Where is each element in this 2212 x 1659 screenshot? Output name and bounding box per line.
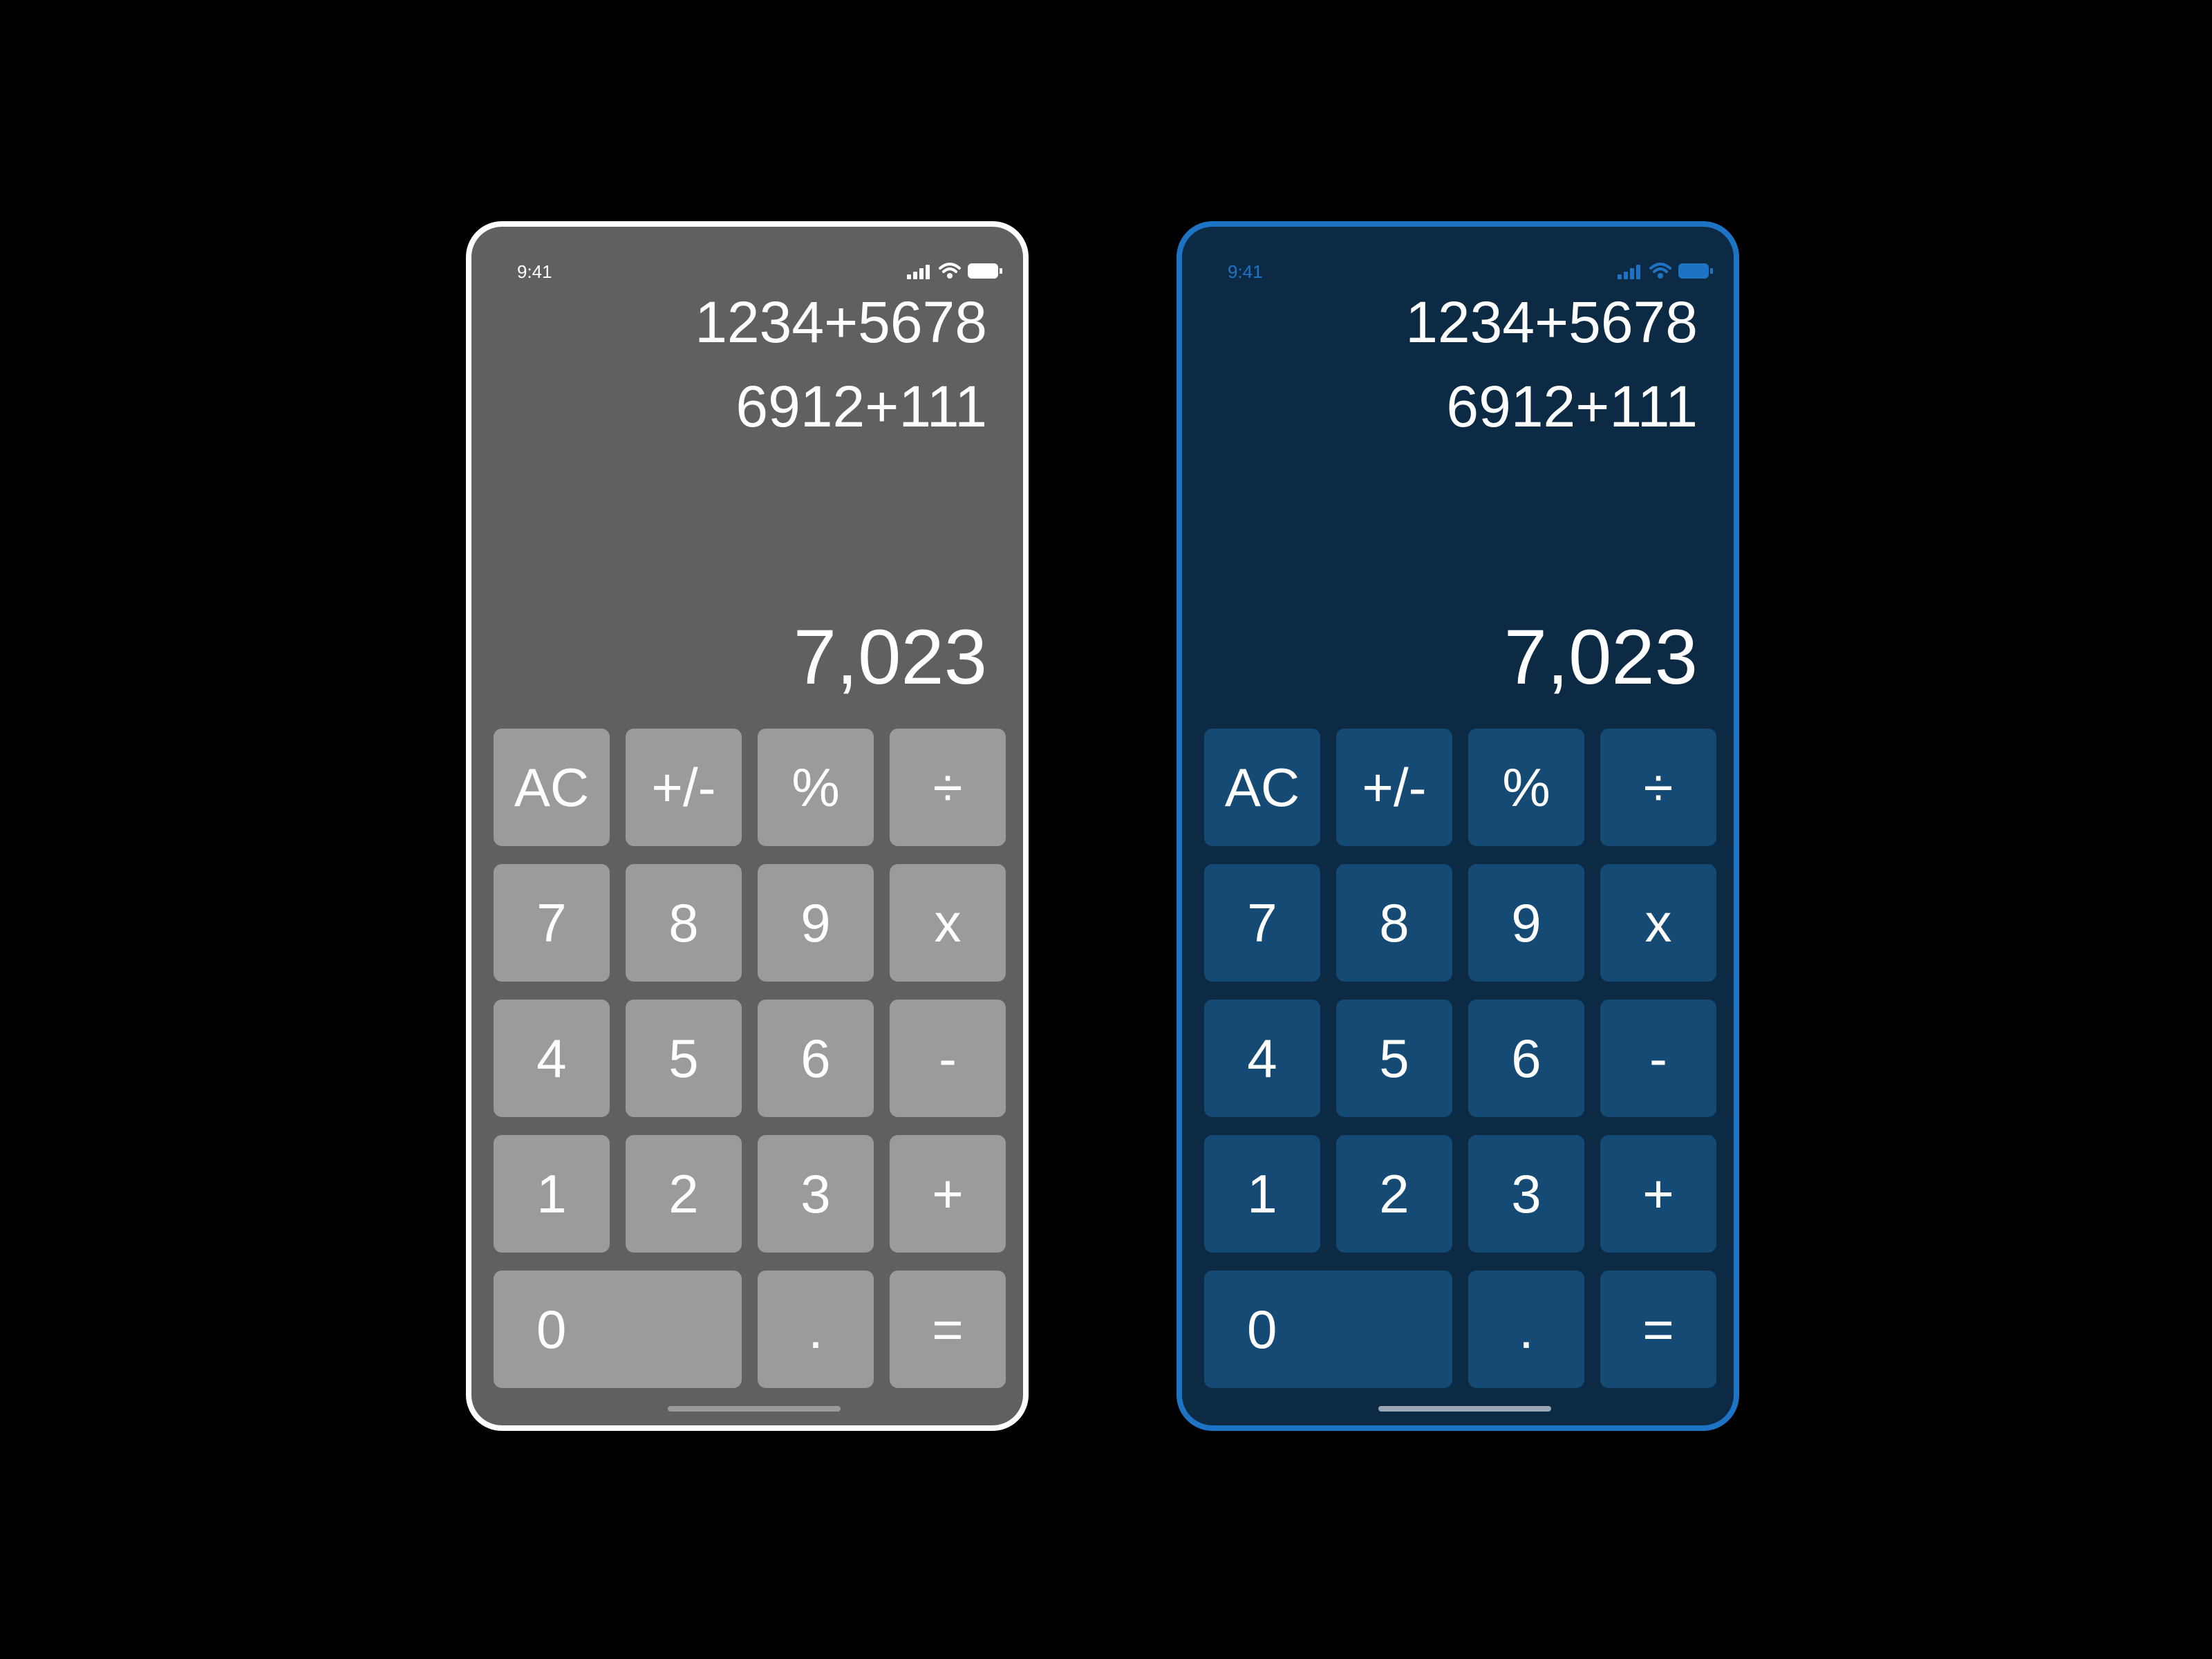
key-2[interactable]: 2	[626, 1135, 742, 1253]
expression-line-1: 1234+5678	[1405, 290, 1698, 355]
wifi-icon	[939, 263, 961, 279]
key-8[interactable]: 8	[626, 864, 742, 982]
key-all-clear[interactable]: AC	[494, 729, 610, 846]
key-3[interactable]: 3	[758, 1135, 874, 1253]
status-icons	[907, 259, 1002, 279]
expression-line-1: 1234+5678	[695, 290, 987, 355]
key-minus[interactable]: -	[1600, 1000, 1716, 1117]
signal-icon	[907, 264, 932, 279]
key-7[interactable]: 7	[494, 864, 610, 982]
key-decimal[interactable]: .	[758, 1271, 874, 1388]
key-equals[interactable]: =	[890, 1271, 1006, 1388]
key-plus[interactable]: +	[890, 1135, 1006, 1253]
key-multiply[interactable]: x	[1600, 864, 1716, 982]
key-0[interactable]: 0	[1204, 1271, 1452, 1388]
battery-icon	[968, 263, 1002, 279]
key-5[interactable]: 5	[1336, 1000, 1452, 1117]
key-divide[interactable]: ÷	[890, 729, 1006, 846]
key-1[interactable]: 1	[494, 1135, 610, 1253]
key-all-clear[interactable]: AC	[1204, 729, 1320, 846]
key-6[interactable]: 6	[758, 1000, 874, 1117]
status-bar: 9:41	[1182, 249, 1734, 282]
key-plus-minus[interactable]: +/-	[1336, 729, 1452, 846]
status-icons	[1618, 259, 1713, 279]
key-percent[interactable]: %	[1468, 729, 1584, 846]
key-plus[interactable]: +	[1600, 1135, 1716, 1253]
key-8[interactable]: 8	[1336, 864, 1452, 982]
battery-icon	[1678, 263, 1713, 279]
key-4[interactable]: 4	[1204, 1000, 1320, 1117]
expression-line-2: 6912+111	[735, 374, 987, 439]
key-5[interactable]: 5	[626, 1000, 742, 1117]
status-bar: 9:41	[471, 249, 1023, 282]
key-multiply[interactable]: x	[890, 864, 1006, 982]
key-plus-minus[interactable]: +/-	[626, 729, 742, 846]
keypad: AC +/- % ÷ 7 8 9 x 4 5 6 - 1 2 3 + 0 . =	[494, 729, 1006, 1388]
key-divide[interactable]: ÷	[1600, 729, 1716, 846]
expression-line-2: 6912+111	[1446, 374, 1698, 439]
result-display: 7,023	[1503, 614, 1698, 700]
key-9[interactable]: 9	[758, 864, 874, 982]
wifi-icon	[1649, 263, 1671, 279]
home-indicator[interactable]	[668, 1406, 841, 1412]
key-equals[interactable]: =	[1600, 1271, 1716, 1388]
key-2[interactable]: 2	[1336, 1135, 1452, 1253]
status-time: 9:41	[517, 261, 552, 282]
calculator-phone-blue: 9:41 1234+5678 6912+111 7,023 AC +/- % ÷…	[1177, 221, 1739, 1431]
key-6[interactable]: 6	[1468, 1000, 1584, 1117]
key-7[interactable]: 7	[1204, 864, 1320, 982]
home-indicator[interactable]	[1378, 1406, 1551, 1412]
key-1[interactable]: 1	[1204, 1135, 1320, 1253]
key-9[interactable]: 9	[1468, 864, 1584, 982]
key-3[interactable]: 3	[1468, 1135, 1584, 1253]
signal-icon	[1618, 264, 1642, 279]
key-minus[interactable]: -	[890, 1000, 1006, 1117]
key-decimal[interactable]: .	[1468, 1271, 1584, 1388]
key-4[interactable]: 4	[494, 1000, 610, 1117]
key-percent[interactable]: %	[758, 729, 874, 846]
status-time: 9:41	[1228, 261, 1263, 282]
calculator-phone-gray: 9:41 1234+5678 6912+111 7,023 AC +/- % ÷…	[466, 221, 1029, 1431]
result-display: 7,023	[793, 614, 987, 700]
key-0[interactable]: 0	[494, 1271, 742, 1388]
keypad: AC +/- % ÷ 7 8 9 x 4 5 6 - 1 2 3 + 0 . =	[1204, 729, 1716, 1388]
